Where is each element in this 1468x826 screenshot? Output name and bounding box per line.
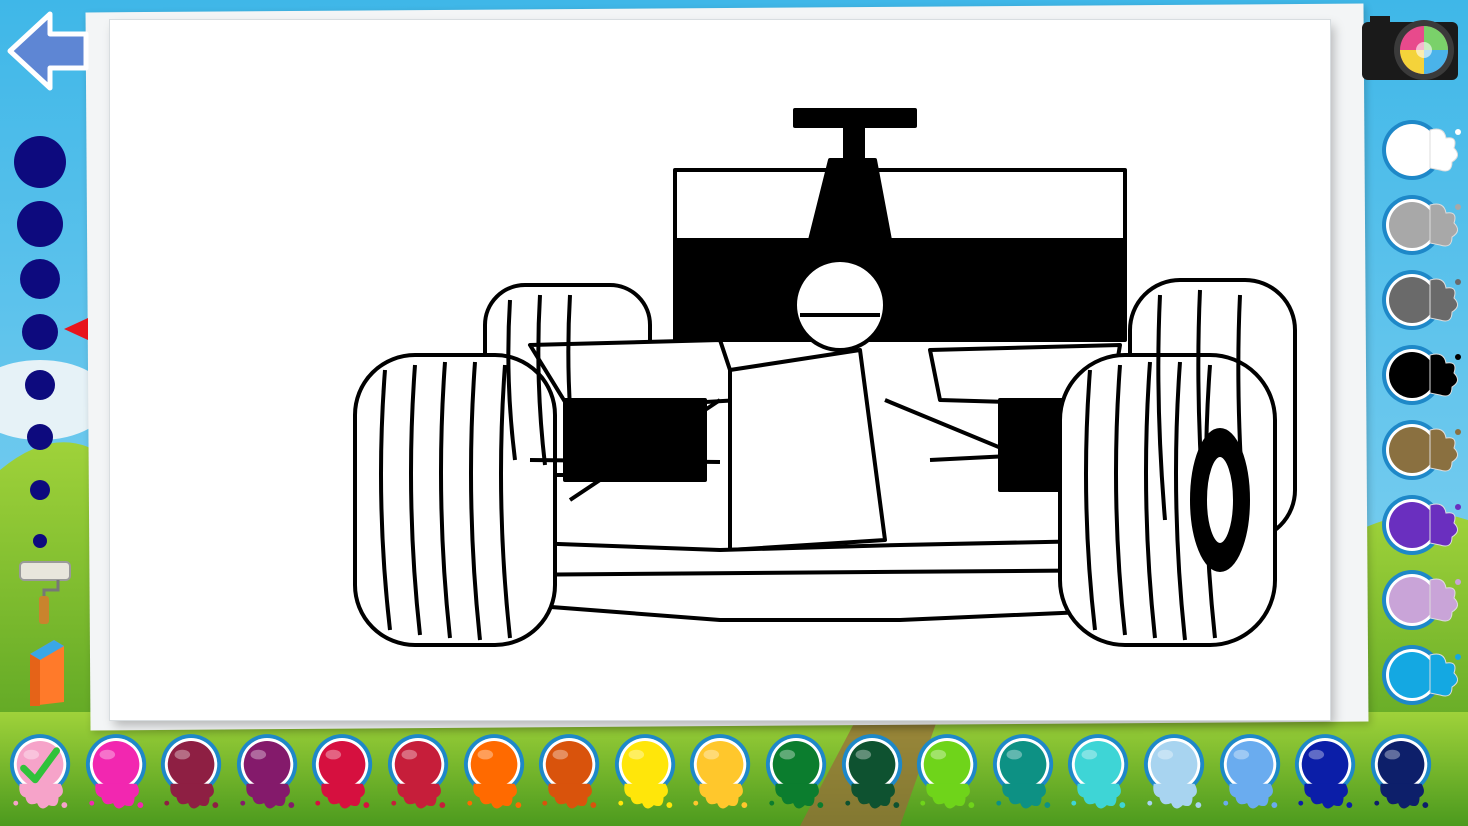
coloring-canvas[interactable] [110,20,1330,720]
selected-brush-indicator [64,318,88,340]
swatch-gold[interactable] [688,732,756,820]
swatch-burnt-orange[interactable] [537,732,605,820]
brush-size-5[interactable] [25,370,55,400]
swatch-crimson[interactable] [310,732,378,820]
swatch-plum[interactable] [235,732,303,820]
swatch-lime[interactable] [915,732,983,820]
swatch-navy[interactable] [1369,732,1437,820]
paint-roller-icon[interactable] [18,558,74,628]
brush-size-7[interactable] [30,480,50,500]
brush-size-6[interactable] [27,424,53,450]
swatch-royal-blue[interactable] [1293,732,1361,820]
swatch-pale-blue[interactable] [1142,732,1210,820]
swatch-dark-green[interactable] [840,732,908,820]
back-arrow-icon[interactable] [6,8,92,94]
side-swatch-sky-blue[interactable] [1380,643,1462,715]
swatch-turquoise[interactable] [1066,732,1134,820]
swatch-yellow[interactable] [613,732,681,820]
side-swatch-white[interactable] [1380,118,1462,190]
swatch-cornflower[interactable] [1218,732,1286,820]
side-swatch-dark-gray[interactable] [1380,268,1462,340]
eraser-icon[interactable] [24,636,70,710]
side-swatch-purple[interactable] [1380,493,1462,565]
side-swatch-light-gray[interactable] [1380,193,1462,265]
swatch-green[interactable] [764,732,832,820]
swatch-light-pink[interactable] [8,732,76,820]
camera-icon[interactable] [1360,14,1462,84]
race-car-drawing[interactable] [340,100,1320,660]
swatch-maroon[interactable] [159,732,227,820]
brush-size-4[interactable] [22,314,58,350]
swatch-hot-pink[interactable] [84,732,152,820]
side-swatch-lavender[interactable] [1380,568,1462,640]
brush-size-2[interactable] [17,201,63,247]
swatch-red[interactable] [386,732,454,820]
swatch-orange[interactable] [462,732,530,820]
brush-size-8[interactable] [33,534,47,548]
side-swatch-black[interactable] [1380,343,1462,415]
brush-size-1[interactable] [14,136,66,188]
coloring-screen [0,0,1468,826]
side-swatch-brown[interactable] [1380,418,1462,490]
brush-size-3[interactable] [20,259,60,299]
swatch-teal[interactable] [991,732,1059,820]
